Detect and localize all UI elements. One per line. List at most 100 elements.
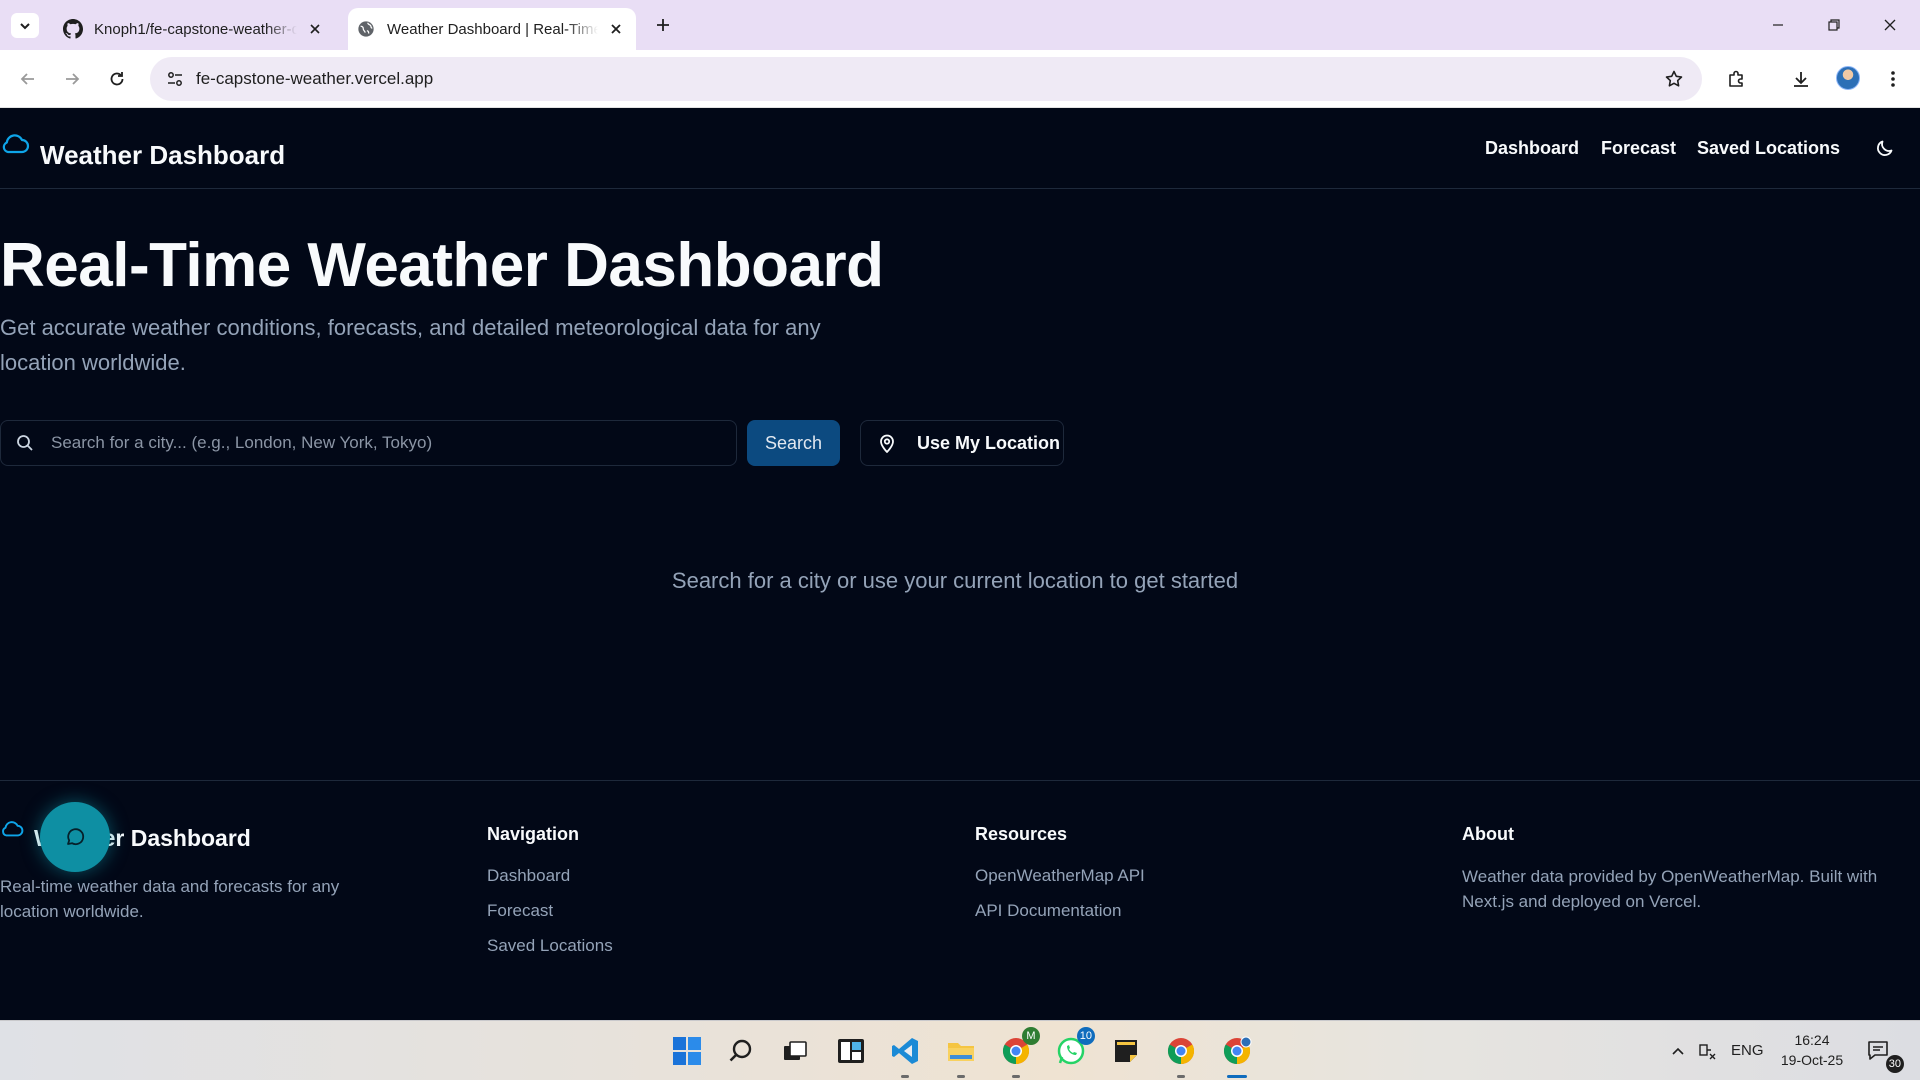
search-input[interactable]: [51, 433, 736, 453]
github-icon: [63, 19, 83, 39]
input-language[interactable]: ENG: [1731, 1042, 1764, 1059]
web-page: Weather Dashboard Dashboard Forecast Sav…: [0, 108, 1920, 1020]
footer-about-heading: About: [1462, 824, 1514, 844]
chat-button[interactable]: [40, 802, 110, 872]
footer-link-openweathermap-api[interactable]: OpenWeatherMap API: [975, 866, 1145, 886]
vscode-icon: [892, 1038, 918, 1064]
site-header: Weather Dashboard Dashboard Forecast Sav…: [0, 108, 1920, 189]
plus-icon: [657, 19, 669, 31]
browser-tab-weather[interactable]: Weather Dashboard | Real-Time Weather: [348, 8, 636, 50]
taskbar-file-explorer[interactable]: [943, 1033, 979, 1078]
moon-icon: [1877, 140, 1893, 156]
clock-time: 16:24: [1794, 1032, 1830, 1048]
minimize-button[interactable]: [1764, 12, 1792, 38]
map-pin-icon: [877, 433, 897, 453]
hero-subtitle: Get accurate weather conditions, forecas…: [0, 315, 821, 375]
reload-button[interactable]: [102, 64, 132, 94]
tab-search-button[interactable]: [11, 13, 39, 38]
start-button[interactable]: [669, 1033, 705, 1069]
tab-title: Knoph1/fe-capstone-weather-dashboard: [94, 20, 297, 38]
browser-tab-github[interactable]: Knoph1/fe-capstone-weather-dashboard: [55, 8, 335, 50]
address-bar[interactable]: fe-capstone-weather.vercel.app: [150, 57, 1702, 101]
footer-resources: Resources OpenWeatherMap API API Documen…: [975, 824, 1145, 936]
puzzle-icon: [1729, 70, 1743, 87]
site-info-icon[interactable]: [160, 64, 190, 94]
footer-link-forecast[interactable]: Forecast: [487, 901, 613, 921]
notification-badge: 10: [1076, 1027, 1095, 1045]
notification-count: 30: [1885, 1055, 1904, 1073]
running-indicator: [957, 1075, 965, 1078]
active-indicator: [1227, 1075, 1247, 1078]
chevron-down-icon: [20, 22, 30, 29]
empty-state-message: Search for a city or use your current lo…: [671, 568, 1239, 593]
task-view-icon: [784, 1041, 807, 1060]
search-field[interactable]: [0, 420, 737, 466]
reload-icon: [110, 72, 124, 86]
notification-center[interactable]: 30: [1862, 1033, 1904, 1073]
url-text: fe-capstone-weather.vercel.app: [196, 69, 434, 88]
tray-overflow-button[interactable]: [1664, 1033, 1692, 1069]
system-clock[interactable]: 16:24 19-Oct-25: [1770, 1030, 1854, 1070]
chrome-icon: [1223, 1036, 1252, 1065]
chrome-icon: [1167, 1038, 1195, 1065]
taskbar-chrome-active[interactable]: [1219, 1033, 1255, 1078]
footer-link-api-documentation[interactable]: API Documentation: [975, 901, 1145, 921]
tray-network[interactable]: [1694, 1033, 1722, 1069]
footer-about-text: Weather data provided by OpenWeatherMap.…: [1462, 867, 1878, 911]
forward-button[interactable]: [57, 64, 87, 94]
network-disconnected-icon: [1699, 1044, 1716, 1060]
profile-avatar[interactable]: [1836, 66, 1860, 90]
windows-logo-icon: [673, 1037, 701, 1065]
browser-menu-button[interactable]: [1878, 64, 1908, 94]
nav-dashboard[interactable]: Dashboard: [1485, 138, 1579, 159]
footer-navigation: Navigation Dashboard Forecast Saved Loca…: [487, 824, 613, 971]
folder-icon: [948, 1043, 974, 1061]
arrow-right-icon: [66, 73, 80, 85]
downloads-button[interactable]: [1786, 64, 1816, 94]
hero-title: Real-Time Weather Dashboard: [0, 231, 884, 300]
restore-icon: [1828, 19, 1840, 31]
footer-description: Real-time weather data and forecasts for…: [0, 877, 340, 921]
browser-toolbar: fe-capstone-weather.vercel.app: [0, 50, 1920, 108]
back-button[interactable]: [13, 64, 43, 94]
nav-saved-locations[interactable]: Saved Locations: [1697, 138, 1840, 159]
taskbar-vscode[interactable]: [887, 1033, 923, 1078]
tab-title: Weather Dashboard | Real-Time Weather: [387, 20, 598, 38]
close-icon[interactable]: [604, 17, 628, 41]
taskbar-chrome[interactable]: [1163, 1033, 1199, 1078]
site-footer: Weather Dashboard Real-time weather data…: [0, 780, 1920, 1020]
windows-taskbar: M 10 ENG 16:24 19-Oct-25 30: [0, 1020, 1920, 1080]
bookmark-star-icon[interactable]: [1660, 65, 1688, 93]
task-view-button[interactable]: [777, 1033, 813, 1069]
close-window-button[interactable]: [1876, 12, 1904, 38]
use-my-location-label: Use My Location: [917, 432, 1061, 453]
use-my-location-button[interactable]: Use My Location: [860, 420, 1064, 466]
taskbar-sticky-notes[interactable]: [1108, 1033, 1144, 1069]
more-vertical-icon: [1891, 71, 1895, 87]
browser-tab-strip: Knoph1/fe-capstone-weather-dashboard Wea…: [0, 0, 1920, 50]
close-icon[interactable]: [303, 17, 327, 41]
taskbar-search[interactable]: [723, 1033, 759, 1069]
search-icon: [729, 1039, 752, 1062]
taskbar-chrome-profile-m[interactable]: M: [998, 1027, 1040, 1078]
footer-link-dashboard[interactable]: Dashboard: [487, 866, 613, 886]
search-button[interactable]: Search: [747, 420, 840, 466]
footer-link-saved-locations[interactable]: Saved Locations: [487, 936, 613, 956]
chevron-up-icon: [1672, 1047, 1684, 1055]
new-tab-button[interactable]: [650, 12, 676, 38]
brand-name: Weather Dashboard: [40, 140, 286, 170]
running-indicator: [1012, 1075, 1020, 1078]
sticky-notes-icon: [1115, 1040, 1137, 1062]
search-icon: [15, 433, 35, 453]
cloud-icon: [2, 134, 30, 154]
theme-toggle-button[interactable]: [1872, 135, 1898, 161]
nav-forecast[interactable]: Forecast: [1601, 138, 1676, 159]
profile-badge: M: [1022, 1027, 1040, 1045]
restore-button[interactable]: [1820, 12, 1848, 38]
message-circle-icon: [67, 828, 85, 846]
running-indicator: [901, 1075, 909, 1078]
taskbar-whatsapp[interactable]: 10: [1053, 1027, 1095, 1069]
extensions-button[interactable]: [1722, 64, 1752, 94]
brand-link[interactable]: Weather Dashboard: [0, 130, 285, 171]
taskbar-widgets[interactable]: [833, 1033, 869, 1069]
